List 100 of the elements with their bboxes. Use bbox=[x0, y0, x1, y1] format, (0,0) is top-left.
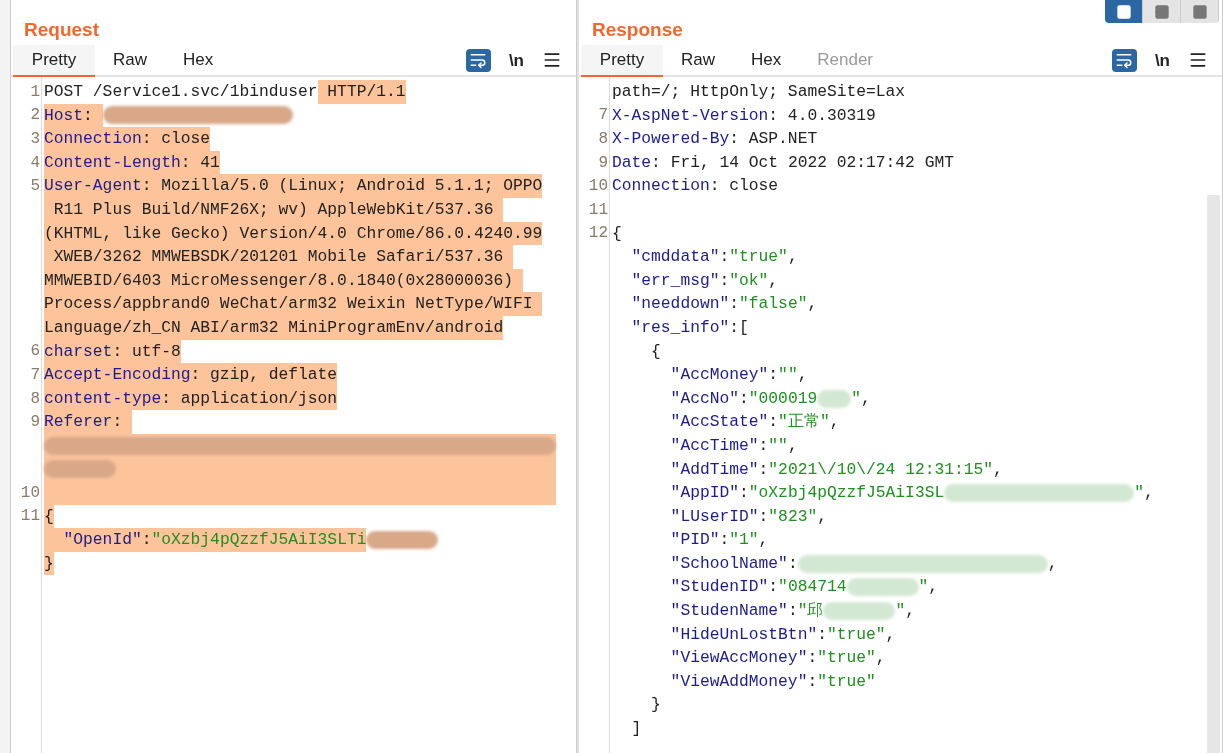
code-text: : bbox=[719, 269, 730, 292]
code-text: : bbox=[768, 411, 779, 434]
code-text: , bbox=[861, 387, 871, 410]
code-text: , bbox=[797, 364, 808, 387]
code-key: "OpenId" bbox=[44, 528, 142, 552]
code-text: , bbox=[993, 458, 1003, 481]
code-key: "AppID" bbox=[612, 481, 739, 505]
code-string: "2021\/10\/24 12:31:15" bbox=[768, 458, 994, 481]
code-text: : application/json bbox=[161, 386, 338, 411]
tab[interactable]: Hex bbox=[733, 45, 800, 77]
code-text: : bbox=[83, 103, 103, 128]
code-text: : bbox=[807, 670, 818, 693]
code-key: Referer bbox=[44, 410, 113, 434]
code-key: "StudenID" bbox=[612, 575, 769, 600]
newline-button[interactable]: \n bbox=[508, 51, 524, 69]
tab[interactable]: Pretty bbox=[13, 45, 95, 77]
line-number: 11 bbox=[20, 506, 40, 528]
code-string: " bbox=[1134, 482, 1144, 505]
code-text: :[ bbox=[729, 316, 749, 339]
tab[interactable]: Raw bbox=[95, 45, 165, 77]
line-number: 9 bbox=[30, 412, 40, 434]
code-string: "084714 bbox=[778, 576, 847, 599]
code-string: "1" bbox=[729, 529, 759, 552]
code-string: "oXzbj4pQzzfJ5AiI3SLTi bbox=[151, 528, 367, 552]
menu-icon[interactable] bbox=[542, 50, 562, 70]
line-number: 12 bbox=[588, 223, 608, 245]
tab[interactable]: Hex bbox=[165, 45, 232, 77]
tab[interactable]: Pretty bbox=[581, 45, 663, 77]
code-text: : bbox=[719, 246, 730, 269]
line-number: 8 bbox=[598, 129, 608, 150]
code-string: "" bbox=[768, 434, 788, 457]
code-text: Language/zh_CN ABI/arm32 MiniProgramEnv/android bbox=[44, 315, 504, 340]
code-text: , bbox=[928, 576, 939, 599]
code-key: Date bbox=[612, 150, 652, 175]
code-text: { bbox=[650, 340, 661, 363]
code-string: "oXzbj4pQzzfJ5AiI3SL bbox=[748, 482, 945, 505]
panel-title: Response bbox=[592, 20, 683, 39]
code-string: "823" bbox=[768, 505, 818, 528]
code-text: , bbox=[787, 434, 798, 457]
line-number: 9 bbox=[598, 152, 608, 174]
code-string: "true" bbox=[826, 623, 886, 646]
wrap-button[interactable] bbox=[465, 48, 491, 72]
code-text: Process/appbrand0 WeChat/arm32 Weixin NetType/WIFI bbox=[44, 292, 543, 316]
code-key: "ViewAccMoney" bbox=[612, 646, 808, 670]
code-text: , bbox=[758, 529, 769, 552]
code-key: Accept-Encoding bbox=[44, 363, 191, 387]
code-key: "cmddata" bbox=[612, 245, 720, 269]
code-key: "AccState" bbox=[612, 410, 769, 434]
code-text: , bbox=[905, 600, 915, 623]
code-text: , bbox=[885, 623, 896, 646]
tab[interactable]: Raw bbox=[663, 45, 733, 77]
code-text: : ASP.NET bbox=[729, 128, 818, 151]
code-string: "true" bbox=[817, 670, 876, 693]
layout-button[interactable] bbox=[1181, 0, 1219, 23]
code-text: : bbox=[768, 576, 779, 599]
code-text: { bbox=[612, 222, 622, 245]
line-number: 8 bbox=[30, 388, 40, 410]
code-string: "ok" bbox=[729, 269, 769, 292]
layout-button[interactable] bbox=[1143, 0, 1181, 23]
code-text: : bbox=[739, 387, 749, 410]
code-text: XWEB/3262 MMWEBSDK/201201 Mobile Safari/537.36 bbox=[44, 245, 513, 269]
layout-button[interactable] bbox=[1105, 0, 1143, 23]
code-text: : Mozilla/5.0 (Linux; Android 5.1.1; OPPO bbox=[141, 174, 543, 198]
code-text: POST /Service1.svc/1binduser bbox=[44, 81, 318, 103]
code-text: : bbox=[787, 552, 798, 575]
code-key: "err_msg" bbox=[612, 268, 720, 293]
code-text: { bbox=[44, 504, 54, 529]
code-key: Host bbox=[44, 103, 84, 128]
code-text: : utf-8 bbox=[112, 339, 181, 364]
newline-button[interactable]: \n bbox=[1154, 51, 1170, 69]
panel-title: Request bbox=[24, 20, 99, 39]
code-text: : close bbox=[141, 127, 211, 151]
code-text: : bbox=[739, 482, 749, 505]
code-text: , bbox=[807, 293, 818, 316]
line-number: 4 bbox=[30, 152, 40, 174]
code-text: , bbox=[829, 411, 840, 434]
code-key: "ViewAddMoney" bbox=[612, 669, 808, 694]
code-key: Connection bbox=[44, 127, 142, 151]
code-text: , bbox=[875, 647, 886, 670]
code-text: : close bbox=[709, 175, 779, 198]
wrap-button[interactable] bbox=[1111, 48, 1137, 72]
code-text: : bbox=[141, 528, 152, 552]
menu-icon[interactable] bbox=[1188, 50, 1208, 70]
code-text: } bbox=[650, 694, 661, 717]
scrollbar[interactable] bbox=[1207, 195, 1220, 753]
code-key: User-Agent bbox=[44, 174, 142, 198]
code-key: Content-Length bbox=[44, 150, 181, 175]
code-key: "AccNo" bbox=[612, 386, 739, 411]
code-text: : Fri, 14 Oct 2022 02:17:42 GMT bbox=[651, 151, 954, 174]
code-key: "HideUnLostBtn" bbox=[612, 622, 818, 647]
code-text: : bbox=[807, 647, 818, 670]
code-key: X-Powered-By bbox=[612, 127, 730, 151]
code-text: , bbox=[1144, 482, 1154, 505]
line-number: 11 bbox=[588, 199, 608, 221]
code-text: path=/; HttpOnly; SameSite=Lax bbox=[612, 81, 906, 103]
code-key: "AccTime" bbox=[612, 433, 759, 458]
line-number: 2 bbox=[30, 105, 40, 127]
code-key: "StudenName" bbox=[612, 599, 788, 623]
line-number: 10 bbox=[20, 482, 40, 504]
code-text: , bbox=[768, 269, 779, 292]
